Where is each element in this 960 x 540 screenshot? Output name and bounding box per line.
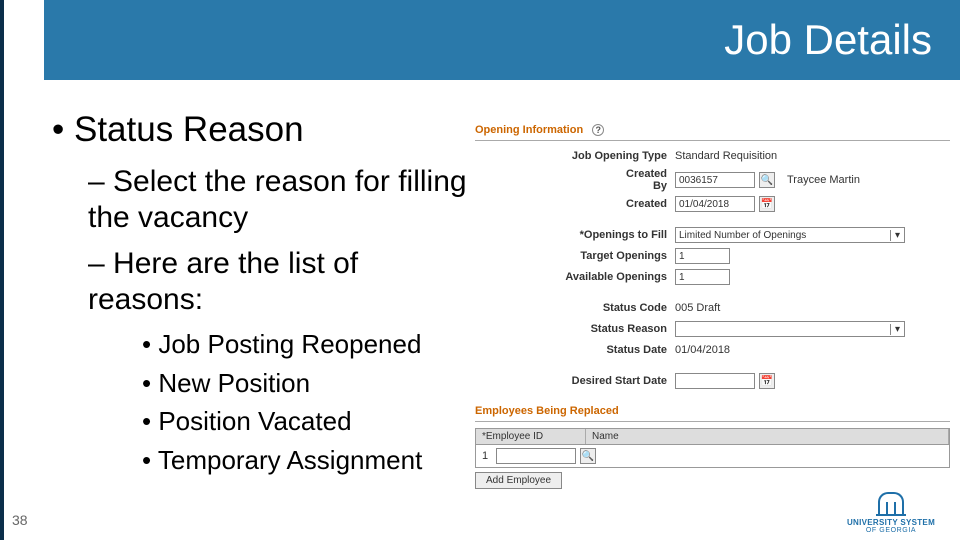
value-status-code: 005 Draft xyxy=(675,302,950,314)
employee-grid: *Employee ID Name 1 🔍 xyxy=(475,428,950,468)
reason-item: New Position xyxy=(142,367,472,400)
row-desired-start-date: Desired Start Date 📅 xyxy=(475,372,950,390)
label-status-date: Status Date xyxy=(475,344,675,356)
lookup-icon[interactable]: 🔍 xyxy=(759,172,775,188)
calendar-icon[interactable]: 📅 xyxy=(759,373,775,389)
table-row: 1 🔍 xyxy=(476,445,949,467)
label-job-opening-type: Job Opening Type xyxy=(475,150,675,162)
value-status-date: 01/04/2018 xyxy=(675,344,950,356)
row-target-openings: Target Openings 1 xyxy=(475,247,950,265)
chevron-down-icon: ▾ xyxy=(890,324,904,335)
row-available-openings: Available Openings 1 xyxy=(475,268,950,286)
slide: Job Details Status Reason Select the rea… xyxy=(0,0,960,540)
lookup-icon[interactable]: 🔍 xyxy=(580,448,596,464)
section-employees-replaced: Employees Being Replaced xyxy=(475,403,950,422)
title-bar: Job Details xyxy=(44,0,960,80)
row-index: 1 xyxy=(482,450,492,462)
section-title: Opening Information xyxy=(475,124,583,136)
row-openings-to-fill: *Openings to Fill Limited Number of Open… xyxy=(475,226,950,244)
value-created-by-name: Traycee Martin xyxy=(787,174,860,186)
label-status-reason: Status Reason xyxy=(475,323,675,335)
chevron-down-icon: ▾ xyxy=(890,230,904,241)
input-created-by-id[interactable]: 0036157 xyxy=(675,172,755,188)
label-status-code: Status Code xyxy=(475,302,675,314)
help-icon[interactable]: ? xyxy=(592,124,604,136)
select-value: Limited Number of Openings xyxy=(679,230,806,241)
calendar-icon[interactable]: 📅 xyxy=(759,196,775,212)
content-sub2: Here are the list of reasons: xyxy=(88,246,472,318)
grid-header: *Employee ID Name xyxy=(476,429,949,445)
label-created-by: CreatedBy xyxy=(475,168,675,192)
reason-item: Position Vacated xyxy=(142,405,472,438)
content-sub1: Select the reason for filling the vacanc… xyxy=(88,164,472,236)
slide-title: Job Details xyxy=(724,16,932,64)
col-name: Name xyxy=(586,429,949,444)
form-panel: Opening Information ? Job Opening Type S… xyxy=(475,122,950,489)
row-status-date: Status Date 01/04/2018 xyxy=(475,341,950,359)
reason-item: Temporary Assignment xyxy=(142,444,472,477)
label-target-openings: Target Openings xyxy=(475,250,675,262)
input-created-date[interactable]: 01/04/2018 xyxy=(675,196,755,212)
select-status-reason[interactable]: ▾ xyxy=(675,321,905,337)
section-opening-information: Opening Information ? xyxy=(475,122,950,141)
label-created: Created xyxy=(475,198,675,210)
content-heading: Status Reason xyxy=(52,110,472,150)
select-openings-to-fill[interactable]: Limited Number of Openings ▾ xyxy=(675,227,905,243)
row-job-opening-type: Job Opening Type Standard Requisition xyxy=(475,147,950,165)
logo-line1: UNIVERSITY SYSTEM xyxy=(836,518,946,527)
label-desired-start-date: Desired Start Date xyxy=(475,375,675,387)
input-target-openings[interactable]: 1 xyxy=(675,248,730,264)
row-created: Created 01/04/2018 📅 xyxy=(475,195,950,213)
logo-line2: OF GEORGIA xyxy=(836,527,946,534)
label-available-openings: Available Openings xyxy=(475,271,675,283)
label-openings-to-fill: *Openings to Fill xyxy=(475,229,675,241)
arch-icon xyxy=(874,492,908,516)
row-created-by: CreatedBy 0036157 🔍 Traycee Martin xyxy=(475,168,950,192)
page-number: 38 xyxy=(12,512,28,528)
add-employee-button[interactable]: Add Employee xyxy=(475,472,562,489)
input-available-openings[interactable]: 1 xyxy=(675,269,730,285)
slide-content: Status Reason Select the reason for fill… xyxy=(52,110,472,482)
reason-item: Job Posting Reopened xyxy=(142,328,472,361)
usg-logo: UNIVERSITY SYSTEM OF GEORGIA xyxy=(836,492,946,534)
value-job-opening-type: Standard Requisition xyxy=(675,150,950,162)
row-status-code: Status Code 005 Draft xyxy=(475,299,950,317)
input-employee-id[interactable] xyxy=(496,448,576,464)
col-employee-id: *Employee ID xyxy=(476,429,586,444)
input-desired-start-date[interactable] xyxy=(675,373,755,389)
row-status-reason: Status Reason ▾ xyxy=(475,320,950,338)
